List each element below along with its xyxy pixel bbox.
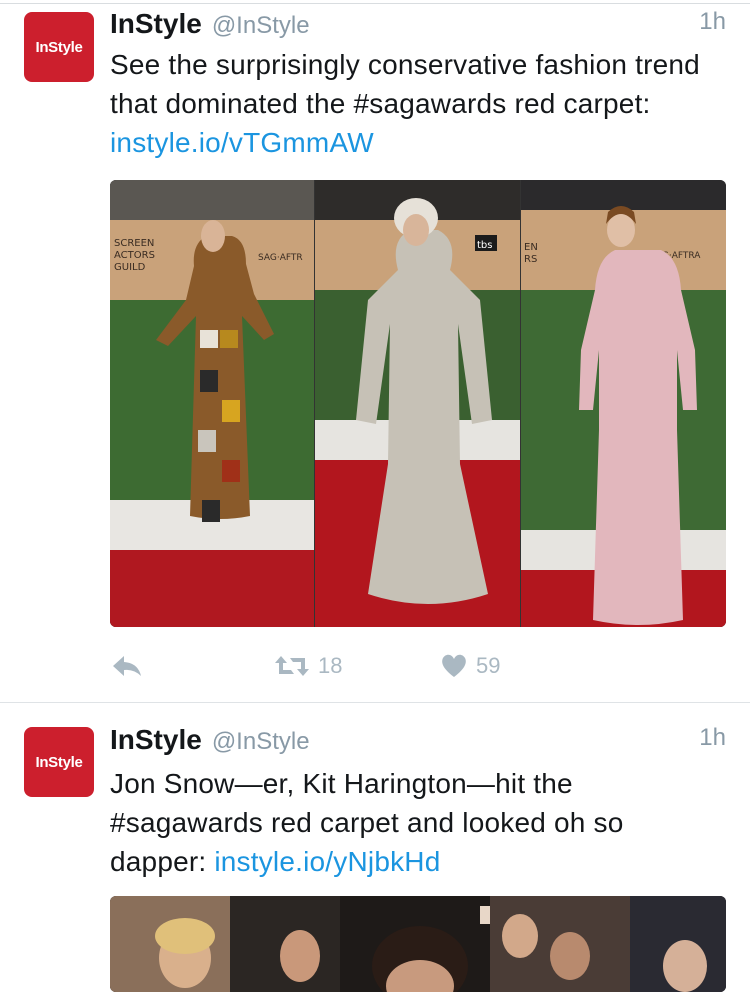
user-handle[interactable]: @InStyle <box>212 728 310 756</box>
tweet-header: InStyle @InStyle 1h <box>110 724 726 758</box>
svg-text:SAG·AFTR: SAG·AFTR <box>258 253 303 263</box>
display-name[interactable]: InStyle <box>110 8 202 40</box>
tweet[interactable]: InStyle InStyle @InStyle 1h Jon Snow—er,… <box>0 704 750 992</box>
like-count: 59 <box>476 653 501 678</box>
svg-text:tbs: tbs <box>477 240 492 251</box>
avatar-logo-text: InStyle <box>35 38 83 56</box>
svg-text:RS: RS <box>524 254 537 265</box>
avatar-logo-text: InStyle <box>35 753 83 771</box>
like-button[interactable]: 59 <box>440 648 500 684</box>
retweet-button[interactable]: 18 <box>274 648 342 684</box>
avatar[interactable]: InStyle <box>24 727 94 797</box>
tweet-media-image[interactable] <box>110 896 726 992</box>
reply-button[interactable] <box>110 648 144 684</box>
tweet-header: InStyle @InStyle 1h <box>110 8 726 42</box>
photo-panel-1: SCREEN ACTORS GUILD SAG·AFTR <box>110 180 314 627</box>
tweet-text-content: See the surprisingly conservative fashio… <box>110 49 700 119</box>
reply-icon <box>113 656 141 676</box>
tweet-text: Jon Snow—er, Kit Harington—hit the #saga… <box>110 764 720 881</box>
tweet-actions: 18 59 <box>110 648 710 684</box>
photo-panel-3: EN RS SAG·AFTRA <box>521 180 726 627</box>
photo-panel-2: tbs <box>315 180 520 627</box>
tweet[interactable]: InStyle InStyle @InStyle 1h See the surp… <box>0 0 750 703</box>
avatar[interactable]: InStyle <box>24 12 94 82</box>
svg-text:ACTORS: ACTORS <box>114 250 155 261</box>
svg-text:GUILD: GUILD <box>114 262 146 273</box>
retweet-count: 18 <box>318 653 343 678</box>
svg-text:EN: EN <box>524 242 538 253</box>
tweet-media-image[interactable]: SCREEN ACTORS GUILD SAG·AFTR tbs EN RS S… <box>110 180 726 627</box>
heart-icon <box>442 654 466 677</box>
user-handle[interactable]: @InStyle <box>212 12 310 40</box>
tweet-divider <box>0 702 750 703</box>
retweet-icon <box>275 656 309 676</box>
red-carpet-photo-collage: SCREEN ACTORS GUILD SAG·AFTR tbs EN RS S… <box>110 180 726 627</box>
timestamp: 1h <box>699 724 726 751</box>
tweet-text: See the surprisingly conservative fashio… <box>110 45 720 162</box>
timestamp: 1h <box>699 8 726 35</box>
display-name[interactable]: InStyle <box>110 724 202 756</box>
red-carpet-crowd-photo <box>110 896 726 992</box>
tweet-link[interactable]: instyle.io/yNjbkHd <box>214 846 440 877</box>
svg-text:SCREEN: SCREEN <box>114 238 154 249</box>
tweet-link[interactable]: instyle.io/vTGmmAW <box>110 127 374 158</box>
